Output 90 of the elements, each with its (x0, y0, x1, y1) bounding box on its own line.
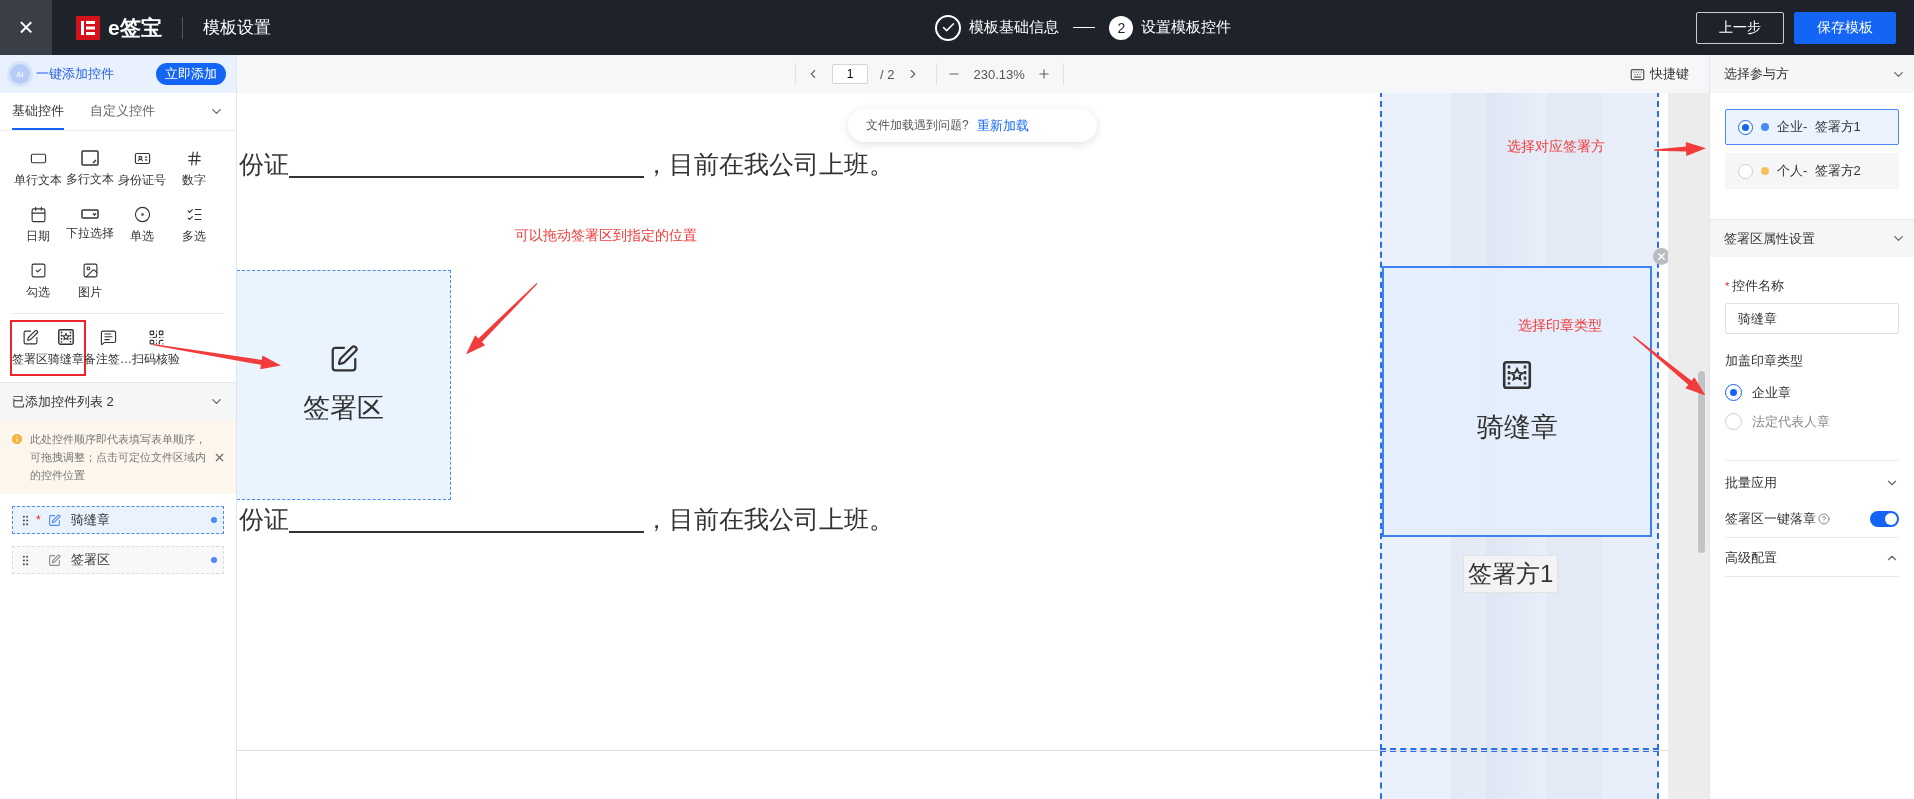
annotation-text: 选择对应签署方 (1507, 138, 1605, 156)
item-label: 签署区 (71, 551, 111, 569)
added-control-item[interactable]: 签署区 (12, 546, 224, 574)
toggle-label: 签署区一键落章 (1725, 510, 1816, 528)
signer-option[interactable]: 企业- 签署方1 (1725, 109, 1899, 145)
seal-icon (57, 328, 75, 346)
required-mark: * (1725, 280, 1730, 292)
checkbox-icon (29, 261, 47, 279)
info-icon (10, 432, 24, 446)
radio-label: 企业章 (1752, 383, 1791, 402)
signer-label: 企业- 签署方1 (1777, 118, 1861, 136)
dropdown-icon (81, 208, 99, 220)
signer-option[interactable]: 个人- 签署方2 (1725, 153, 1899, 189)
step-label: 设置模板控件 (1141, 18, 1232, 37)
control-item[interactable]: 多选 (168, 199, 220, 251)
page-total: / 2 (880, 66, 895, 82)
step-label: 模板基础信息 (969, 18, 1060, 37)
image-icon (81, 261, 99, 279)
control-item[interactable]: 下拉选择 (64, 199, 116, 251)
document-text: ，目前在我公司上班。 (644, 505, 894, 535)
keyboard-icon (1630, 66, 1645, 82)
annotation-text: 选择印章类型 (1518, 317, 1602, 335)
ai-badge: AI (10, 64, 30, 84)
pen-square-icon (48, 513, 61, 527)
arrow (466, 282, 538, 354)
control-item[interactable]: 图片 (64, 255, 116, 307)
control-item[interactable]: 多行文本 (64, 143, 116, 195)
section-title: 批量应用 (1725, 474, 1778, 492)
signer-label: 个人- 签署方2 (1777, 162, 1861, 180)
logo-text: e签宝 (108, 14, 162, 41)
added-control-item[interactable]: * 骑缝章 (12, 506, 224, 534)
radio-icon (133, 205, 151, 223)
add-now-button[interactable]: 立即添加 (156, 63, 226, 85)
page-field[interactable]: 1 (832, 64, 868, 84)
control-item[interactable]: 单选 (116, 199, 168, 251)
section-title: 签署区属性设置 (1724, 229, 1816, 248)
qr-code-icon (147, 328, 165, 346)
seal-icon (1501, 358, 1533, 391)
control-item[interactable]: 签署区 (12, 322, 48, 374)
radio-button[interactable] (1725, 384, 1742, 401)
field-label: 控件名称 (1732, 277, 1785, 295)
field-label: 加盖印章类型 (1725, 352, 1803, 370)
document-text: 份证 (239, 150, 289, 180)
note-icon (99, 328, 117, 346)
annotation-text: 可以拖动签署区到指定的位置 (515, 227, 697, 245)
tab[interactable]: 基础控件 (12, 93, 64, 130)
control-item[interactable]: 身份证号 (116, 143, 168, 195)
back-button[interactable]: 上一步 (1696, 11, 1784, 44)
control-item[interactable]: 扫码核验 (132, 322, 180, 374)
reload-link[interactable]: 重新加载 (976, 116, 1029, 135)
logo-icon (76, 15, 100, 40)
notice-text: 文件加载遇到问题? (866, 117, 969, 134)
toggle-switch[interactable] (1870, 511, 1899, 527)
tab[interactable]: 自定义控件 (90, 93, 155, 130)
pen-square-icon (21, 328, 39, 346)
signer-label: 签署方1 (1463, 555, 1559, 593)
control-item[interactable]: 日期 (12, 199, 64, 251)
step-number: 2 (1109, 15, 1134, 40)
help-icon[interactable] (1818, 513, 1830, 525)
pen-square-icon (48, 553, 61, 567)
shortcut-button[interactable]: 快捷键 (1630, 65, 1689, 83)
hash-icon (185, 149, 203, 167)
document-text: 份证 (239, 505, 289, 535)
section-title: 选择参与方 (1724, 65, 1790, 83)
field-label: 骑缝章 (1476, 410, 1558, 444)
radio-button[interactable] (1738, 119, 1753, 135)
field-label: 签署区 (303, 392, 384, 425)
notice-text: 此处控件顺序即代表填写表单顺序，可拖拽调整；点击可定位文件区域内的控件位置 (30, 432, 207, 483)
ai-add-label: 一键添加控件 (36, 65, 115, 83)
section-title: 已添加控件列表 2 (12, 392, 115, 411)
scrollbar-thumb[interactable] (1698, 371, 1705, 553)
close-button[interactable]: × (0, 0, 52, 55)
control-item[interactable]: 勾选 (12, 255, 64, 307)
zoom-level: 230.13% (973, 66, 1025, 82)
page-title: 模板设置 (202, 17, 271, 39)
required-mark: * (36, 513, 41, 527)
calendar-icon (29, 205, 47, 223)
control-item[interactable]: 骑缝章 (48, 322, 84, 374)
control-item[interactable]: 单行文本 (12, 143, 64, 195)
section-title: 高级配置 (1725, 549, 1778, 567)
save-button[interactable]: 保存模板 (1794, 11, 1896, 44)
radio-label: 法定代表人章 (1752, 412, 1830, 431)
arrow (1653, 141, 1706, 156)
close-icon (1656, 251, 1667, 262)
name-input[interactable]: 骑缝章 (1725, 303, 1899, 334)
text-area-icon (81, 150, 99, 166)
control-item[interactable]: 数字 (168, 143, 220, 195)
document-text: ，目前在我公司上班。 (644, 150, 894, 180)
item-label: 骑缝章 (71, 511, 111, 529)
signature-field[interactable]: 签署区 (237, 270, 451, 500)
